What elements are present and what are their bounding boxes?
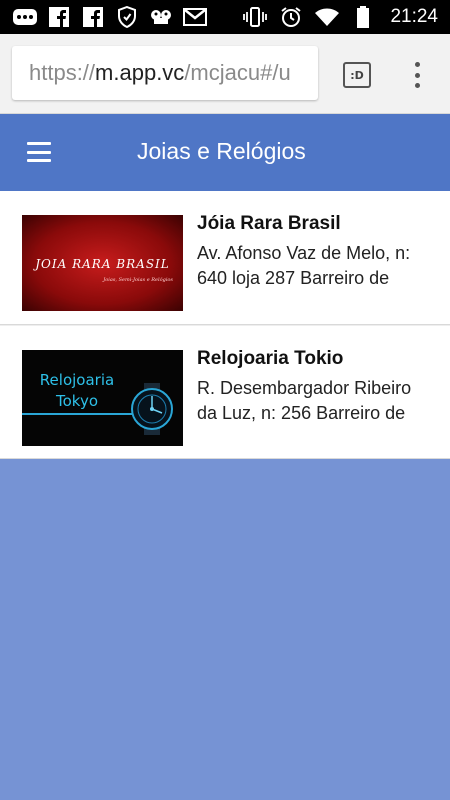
thumbnail-subtitle: Joias, Semi-Joias e Relógios: [103, 277, 173, 283]
facebook-icon: [46, 6, 72, 28]
thumbnail-logo-line: Relojoaria: [39, 371, 115, 389]
store-thumbnail: Relojoaria Tokyo: [22, 350, 183, 446]
bird-icon: [148, 6, 174, 28]
store-address: R. Desembargador Ribeiro da Luz, n: 256 …: [197, 376, 442, 426]
thumbnail-divider: [22, 413, 142, 415]
hamburger-menu-icon[interactable]: [27, 142, 51, 162]
url-bar[interactable]: https://m.app.vc/mcjacu#/u: [12, 46, 318, 100]
url-path: /mcjacu#/u: [184, 60, 291, 85]
address-line: R. Desembargador Ribeiro: [197, 378, 412, 398]
shield-icon: [114, 6, 140, 28]
vibrate-icon: [242, 6, 268, 28]
store-address: Av. Afonso Vaz de Melo, n: 640 loja 287 …: [197, 241, 442, 291]
thumbnail-logo-text: JOIA RARA BRASIL: [35, 257, 170, 271]
status-time: 21:24: [390, 6, 438, 27]
menu-dot: [414, 62, 420, 67]
menu-dot: [414, 72, 420, 78]
browser-toolbar: https://m.app.vc/mcjacu#/u :D: [0, 34, 450, 114]
list-item[interactable]: Relojoaria Tokyo Relojoaria Tokio R. Des…: [0, 325, 450, 459]
tab-switcher-button[interactable]: :D: [343, 62, 371, 88]
watch-icon: [131, 383, 173, 435]
address-line: Av. Afonso Vaz de Melo, n:: [197, 243, 411, 263]
more-icon: [12, 6, 38, 28]
address-line: da Luz, n: 256 Barreiro de: [197, 403, 406, 423]
url-host: m.app.vc: [95, 60, 185, 85]
facebook-icon: [80, 6, 106, 28]
store-thumbnail: JOIA RARA BRASIL Joias, Semi-Joias e Rel…: [22, 215, 183, 311]
app-header: Joias e Relógios: [0, 114, 450, 191]
status-bar: 21:24: [0, 0, 450, 34]
thumbnail-logo-text: Relojoaria Tokyo: [32, 370, 122, 412]
wifi-icon: [314, 6, 340, 28]
overflow-menu-button[interactable]: [405, 60, 429, 90]
thumbnail-logo-line: Tokyo: [56, 392, 98, 410]
url-scheme: https://: [29, 60, 96, 85]
store-name: Jóia Rara Brasil: [197, 213, 341, 234]
address-line: 640 loja 287 Barreiro de: [197, 268, 390, 288]
menu-dot: [414, 83, 420, 88]
battery-icon: [350, 6, 376, 28]
store-name: Relojoaria Tokio: [197, 348, 344, 369]
alarm-icon: [278, 6, 304, 28]
store-list: JOIA RARA BRASIL Joias, Semi-Joias e Rel…: [0, 191, 450, 459]
gmail-icon: [182, 6, 208, 28]
list-item[interactable]: JOIA RARA BRASIL Joias, Semi-Joias e Rel…: [0, 191, 450, 325]
page-title: Joias e Relógios: [137, 138, 306, 164]
url-text[interactable]: https://m.app.vc/mcjacu#/u: [29, 60, 291, 86]
